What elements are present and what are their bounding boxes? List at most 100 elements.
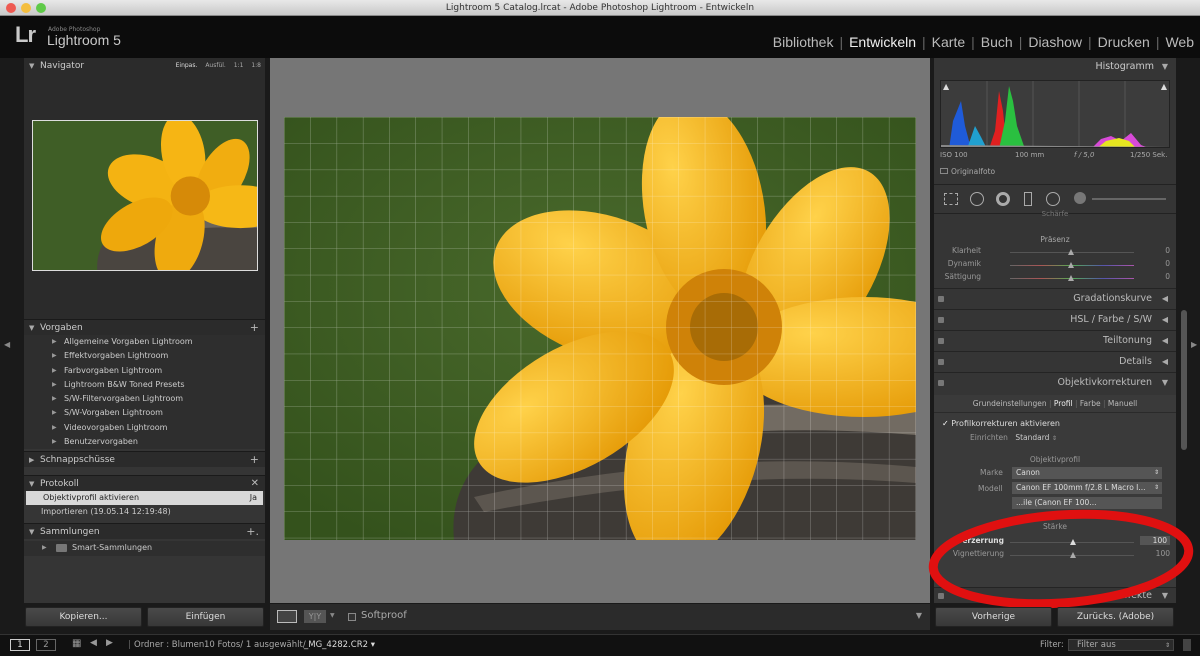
back-arrow-icon[interactable]: ◀	[90, 638, 97, 648]
zoom-fit[interactable]: Einpas.	[176, 62, 198, 69]
graduated-filter-icon[interactable]	[1024, 192, 1032, 206]
tone-curve-header[interactable]: Gradationskurve ◀	[934, 288, 1176, 308]
original-photo-indicator: Originalfoto	[940, 167, 995, 176]
shadow-clipping-icon[interactable]: ▲	[943, 82, 949, 91]
history-header[interactable]: ▼ Protokoll ✕	[24, 475, 265, 492]
module-picker: Bibliothek | Entwickeln | Karte | Buch | Dia…	[767, 34, 1200, 50]
model-select[interactable]: Canon EF 100mm f/2.8 L Macro I... ⇕	[1012, 482, 1162, 494]
collapse-triangle-icon: ▼	[29, 62, 35, 70]
snapshots-header[interactable]: ▶ Schnappschüsse +	[24, 451, 265, 468]
model-label: Modell	[978, 484, 1003, 493]
selected-file[interactable]: _MG_4282.CR2 ▾	[304, 640, 375, 650]
zoom-window-button[interactable]	[36, 3, 46, 13]
list-item[interactable]: ▶ Benutzervorgaben	[24, 435, 265, 450]
folder-source[interactable]: Ordner : Blumen	[134, 640, 204, 650]
enable-profile-checkbox[interactable]: ✓ Profilkorrekturen aktivieren	[942, 419, 1060, 428]
collections-header[interactable]: ▼ Sammlungen +.	[24, 523, 265, 540]
copy-button[interactable]: Kopieren...	[25, 607, 142, 627]
expand-triangle-icon: ▶	[29, 456, 35, 465]
snapshots-title: Schnappschüsse	[40, 455, 115, 466]
loupe-view-icon[interactable]	[277, 610, 297, 623]
filter-select[interactable]: Filter aus ⇕	[1068, 639, 1174, 651]
clear-history-icon[interactable]: ✕	[251, 476, 259, 492]
close-window-button[interactable]	[6, 3, 16, 13]
collection-item[interactable]: ▶ Smart-Sammlungen	[24, 541, 265, 556]
saturation-slider[interactable]: Sättigung 0	[934, 272, 1176, 285]
module-buch[interactable]: Buch	[975, 34, 1019, 50]
list-item[interactable]: ▶ S/W-Filtervorgaben Lightroom	[24, 392, 265, 407]
module-drucken[interactable]: Drucken	[1092, 34, 1156, 50]
reset-button[interactable]: Zurücks. (Adobe)	[1057, 607, 1174, 627]
filter-lock-icon[interactable]	[1183, 639, 1191, 651]
add-collection-icon[interactable]: +.	[246, 524, 259, 540]
list-item[interactable]: ▶ Videovorgaben Lightroom	[24, 420, 265, 436]
navigator-preview[interactable]	[32, 120, 258, 271]
softproof-checkbox[interactable]	[348, 613, 356, 621]
tab-basic[interactable]: Grundeinstellungen	[973, 399, 1047, 408]
histogram-chart[interactable]: ▲ ▲	[940, 80, 1170, 148]
adjustment-brush-icon[interactable]	[1074, 192, 1086, 204]
radial-filter-icon[interactable]	[1046, 192, 1060, 206]
grid-view-icon[interactable]: ▦	[72, 638, 81, 649]
shutter-value: 1/250 Sek.	[1130, 151, 1168, 159]
collapse-triangle-icon: ▼	[29, 528, 35, 537]
hsl-header[interactable]: HSL / Farbe / S/W ◀	[934, 309, 1176, 329]
crop-tool-icon[interactable]	[944, 193, 958, 205]
add-snapshot-icon[interactable]: +	[250, 452, 259, 468]
tab-manual[interactable]: Manuell	[1108, 399, 1137, 408]
main-photo[interactable]	[284, 117, 916, 540]
histogram-header[interactable]: Histogramm ▼	[934, 58, 1176, 78]
add-preset-icon[interactable]: +	[250, 320, 259, 336]
secondary-window-button[interactable]: 2	[36, 639, 56, 651]
navigator-header[interactable]: ▼ Navigator Einpas. Ausfül. 1:1 1:8	[24, 58, 265, 74]
presets-header[interactable]: ▼ Vorgaben +	[24, 319, 265, 335]
before-after-icon[interactable]: Y|Y	[304, 610, 326, 623]
module-diashow[interactable]: Diashow	[1022, 34, 1088, 50]
zoom-1-8[interactable]: 1:8	[251, 62, 261, 69]
zoom-fill[interactable]: Ausfül.	[205, 62, 226, 69]
details-header[interactable]: Details ◀	[934, 351, 1176, 371]
minimize-window-button[interactable]	[21, 3, 31, 13]
title-bar: Lightroom 5 Catalog.lrcat - Adobe Photos…	[0, 0, 1200, 16]
before-after-dropdown-icon[interactable]: ▼	[330, 612, 335, 619]
module-karte[interactable]: Karte	[926, 34, 971, 50]
presence-title: Präsenz	[1040, 235, 1070, 244]
left-panel-toggle-icon[interactable]: ◀	[4, 340, 10, 349]
aperture-value: f / 5,0	[1074, 151, 1095, 159]
list-item[interactable]: ▶ Allgemeine Vorgaben Lightroom	[24, 335, 265, 350]
histogram-graph	[941, 81, 1169, 147]
highlight-clipping-icon[interactable]: ▲	[1161, 82, 1167, 91]
clarity-slider[interactable]: Klarheit 0	[934, 246, 1176, 259]
brush-slider[interactable]	[1092, 198, 1166, 200]
red-highlight-annotation	[928, 509, 1194, 609]
toolbar-menu-icon[interactable]: ▼	[916, 611, 922, 620]
cut-off-label: Schärfe	[1041, 210, 1069, 218]
list-item[interactable]: ▶ Lightroom B&W Toned Presets	[24, 377, 265, 393]
camera-icon	[940, 168, 948, 174]
split-toning-header[interactable]: Teiltonung ◀	[934, 330, 1176, 350]
history-item[interactable]: Importieren (19.05.14 12:19:48)	[24, 505, 265, 519]
zoom-1-1[interactable]: 1:1	[234, 62, 244, 69]
vibrance-slider[interactable]: Dynamik 0	[934, 259, 1176, 272]
make-select[interactable]: Canon ⇕	[1012, 467, 1162, 479]
list-item[interactable]: ▶ Farbvorgaben Lightroom	[24, 363, 265, 378]
list-item[interactable]: ▶ S/W-Vorgaben Lightroom	[24, 406, 265, 421]
lens-corrections-header[interactable]: Objektivkorrekturen ▼	[934, 372, 1176, 392]
tab-profile[interactable]: Profil	[1054, 399, 1073, 408]
primary-window-button[interactable]: 1	[10, 639, 30, 651]
spot-removal-icon[interactable]	[970, 192, 984, 206]
setup-row[interactable]: Einrichten Standard ⇕	[970, 433, 1057, 442]
red-eye-icon[interactable]	[996, 192, 1010, 206]
module-web[interactable]: Web	[1159, 34, 1200, 50]
right-panel-scrollbar[interactable]	[1181, 310, 1187, 450]
paste-button[interactable]: Einfügen	[147, 607, 264, 627]
previous-button[interactable]: Vorherige	[935, 607, 1052, 627]
list-item[interactable]: ▶ Effektvorgaben Lightroom	[24, 349, 265, 364]
module-entwickeln[interactable]: Entwickeln	[843, 34, 922, 50]
history-item-selected[interactable]: Objektivprofil aktivieren Ja	[26, 491, 263, 506]
smart-collection-icon	[56, 544, 67, 553]
right-panel-toggle-icon[interactable]: ▶	[1191, 340, 1197, 349]
tab-color[interactable]: Farbe	[1080, 399, 1101, 408]
module-bibliothek[interactable]: Bibliothek	[767, 34, 840, 50]
forward-arrow-icon[interactable]: ▶	[106, 638, 113, 648]
